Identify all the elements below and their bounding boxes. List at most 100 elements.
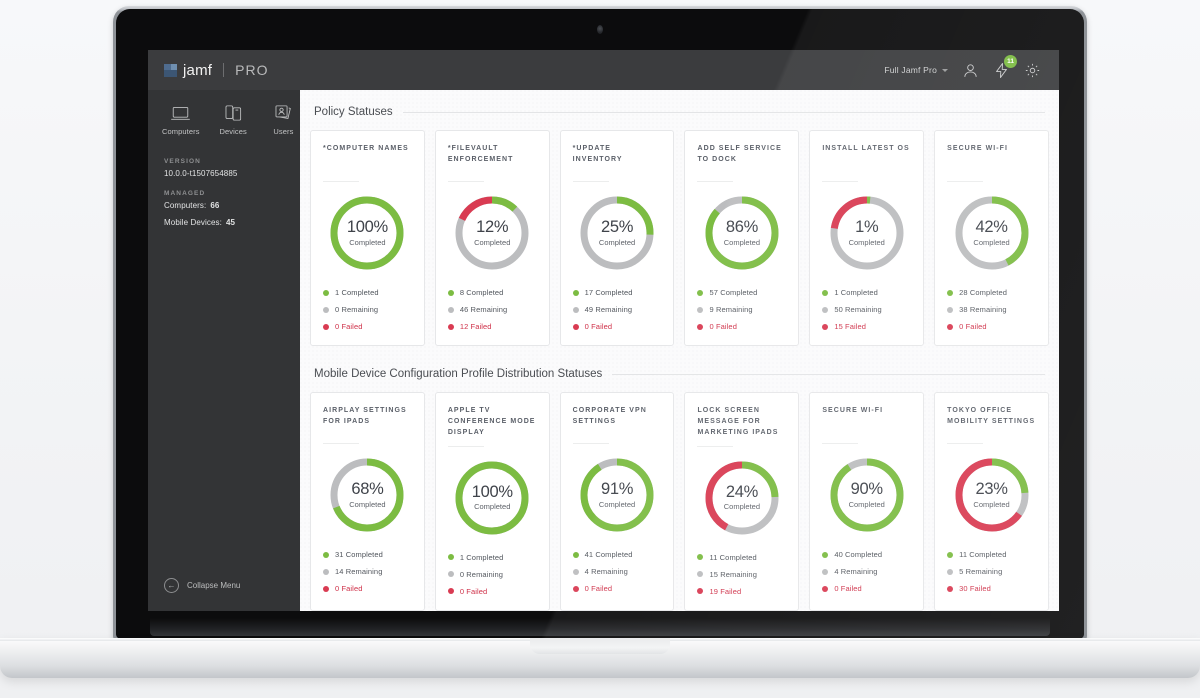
notification-badge: 11 xyxy=(1004,54,1017,68)
section-header: Policy Statuses xyxy=(314,106,1045,118)
failed-dot-icon xyxy=(323,585,329,592)
status-card[interactable]: INSTALL LATEST OS 1% Completed 1 Complet… xyxy=(809,130,925,346)
brand-suffix: PRO xyxy=(235,62,269,78)
donut-center-label: 42% Completed xyxy=(953,194,1031,272)
status-card-title: *UPDATE INVENTORY xyxy=(572,145,623,163)
status-card[interactable]: LOCK SCREEN MESSAGE FOR MARKETING IPADS … xyxy=(684,392,800,611)
failed-count: 0 Failed xyxy=(335,322,363,331)
percent-caption: Completed xyxy=(848,237,885,247)
percent-value: 24% xyxy=(725,482,758,501)
failed-dot-icon xyxy=(572,323,579,330)
legend-remaining: 5 Remaining xyxy=(947,567,1036,576)
laptop-scene: jamf PRO Full Jamf Pro 11 Computers Devi… xyxy=(0,0,1200,698)
sidebar-item-label: Computers xyxy=(162,127,200,136)
completed-dot-icon xyxy=(947,289,954,296)
percent-caption: Completed xyxy=(474,237,511,247)
legend-remaining: 46 Remaining xyxy=(447,305,537,314)
failed-count: 30 Failed xyxy=(959,584,991,593)
legend-failed: 0 Failed xyxy=(323,322,412,331)
completed-count: 57 Completed xyxy=(709,288,758,297)
account-selector[interactable]: Full Jamf Pro xyxy=(884,65,948,75)
completed-dot-icon xyxy=(822,289,829,296)
completed-dot-icon xyxy=(572,289,579,296)
chevron-down-icon xyxy=(942,68,948,72)
legend-remaining: 9 Remaining xyxy=(697,305,786,314)
status-card-divider xyxy=(447,445,484,447)
legend-remaining: 0 Remaining xyxy=(323,305,412,314)
status-card-row: AIRPLAY SETTINGS FOR IPADS 68% Completed… xyxy=(310,392,1049,611)
status-card-divider xyxy=(447,181,484,182)
percent-caption: Completed xyxy=(349,499,386,509)
failed-count: 12 Failed xyxy=(459,322,492,331)
notifications-bolt-icon[interactable]: 11 xyxy=(993,54,1017,79)
legend-failed: 0 Failed xyxy=(447,587,537,596)
user-icon[interactable] xyxy=(962,62,979,79)
status-card[interactable]: APPLE TV CONFERENCE MODE DISPLAY 100% Co… xyxy=(434,392,550,611)
remaining-count: 46 Remaining xyxy=(459,305,508,314)
remaining-count: 5 Remaining xyxy=(959,567,1003,576)
status-card[interactable]: SECURE WI-FI 42% Completed 28 Completed xyxy=(934,130,1049,346)
failed-dot-icon xyxy=(447,588,454,595)
sidebar-item-devices[interactable]: Devices xyxy=(217,100,250,136)
remaining-count: 0 Remaining xyxy=(335,305,379,314)
status-card-divider xyxy=(822,443,859,444)
arrow-left-circle-icon: ← xyxy=(164,578,179,593)
percent-caption: Completed xyxy=(598,499,636,509)
remaining-dot-icon xyxy=(323,568,329,575)
status-legend: 8 Completed 46 Remaining 12 Failed xyxy=(447,288,537,331)
donut-center-label: 86% Completed xyxy=(703,194,781,272)
percent-value: 42% xyxy=(975,218,1008,237)
status-card[interactable]: *COMPUTER NAMES 100% Completed 1 Complet… xyxy=(310,130,425,346)
status-card[interactable]: CORPORATE VPN SETTINGS 91% Completed 41 … xyxy=(559,392,675,611)
failed-dot-icon xyxy=(947,323,954,330)
completed-count: 41 Completed xyxy=(584,550,633,559)
donut-center-label: 1% Completed xyxy=(828,194,906,272)
completed-dot-icon xyxy=(947,551,954,558)
remaining-count: 9 Remaining xyxy=(709,305,753,314)
status-card[interactable]: SECURE WI-FI 90% Completed 40 Completed xyxy=(809,392,925,611)
failed-dot-icon xyxy=(947,585,954,592)
status-card-divider xyxy=(697,181,734,182)
donut-chart: 100% Completed xyxy=(323,194,412,272)
status-card[interactable]: *UPDATE INVENTORY 25% Completed 17 Compl… xyxy=(559,130,675,346)
brand-logo[interactable]: jamf PRO xyxy=(148,62,300,79)
completed-count: 1 Completed xyxy=(834,288,878,297)
donut-chart: 90% Completed xyxy=(822,456,911,534)
status-legend: 31 Completed 14 Remaining 0 Failed xyxy=(323,550,412,593)
laptop-hinge xyxy=(150,618,1050,636)
laptop-icon xyxy=(162,100,200,122)
remaining-dot-icon xyxy=(447,571,454,578)
legend-failed: 19 Failed xyxy=(697,587,786,596)
sidebar-item-users[interactable]: Users xyxy=(267,100,300,136)
collapse-menu-button[interactable]: ← Collapse Menu xyxy=(148,578,300,611)
status-legend: 1 Completed 0 Remaining 0 Failed xyxy=(447,553,537,596)
remaining-dot-icon xyxy=(447,306,454,313)
percent-caption: Completed xyxy=(848,499,885,509)
remaining-dot-icon xyxy=(572,306,579,313)
completed-count: 1 Completed xyxy=(335,288,379,297)
failed-count: 0 Failed xyxy=(834,584,862,593)
sidebar-item-computers[interactable]: Computers xyxy=(162,100,200,136)
percent-caption: Completed xyxy=(474,502,511,512)
legend-failed: 30 Failed xyxy=(947,584,1036,593)
donut-center-label: 90% Completed xyxy=(828,456,906,534)
status-card[interactable]: AIRPLAY SETTINGS FOR IPADS 68% Completed… xyxy=(310,392,425,611)
managed-computers: Computers: 66 xyxy=(164,201,300,210)
section-title: Policy Statuses xyxy=(314,106,393,118)
status-card[interactable]: TOKYO OFFICE MOBILITY SETTINGS 23% Compl… xyxy=(934,392,1049,611)
legend-completed: 40 Completed xyxy=(822,550,911,559)
donut-center-label: 100% Completed xyxy=(453,459,531,537)
managed-computers-value: 66 xyxy=(210,201,220,210)
remaining-count: 14 Remaining xyxy=(335,567,383,576)
donut-chart: 86% Completed xyxy=(697,194,786,272)
status-card[interactable]: ADD SELF SERVICE TO DOCK 86% Completed 5… xyxy=(684,130,800,346)
legend-completed: 1 Completed xyxy=(447,553,537,562)
status-card-divider xyxy=(572,443,609,444)
gear-icon[interactable] xyxy=(1024,62,1041,79)
status-card[interactable]: *FILEVAULT ENFORCEMENT 12% Completed 8 C… xyxy=(434,130,550,346)
legend-failed: 0 Failed xyxy=(822,584,911,593)
donut-center-label: 24% Completed xyxy=(703,459,781,537)
status-legend: 41 Completed 4 Remaining 0 Failed xyxy=(572,550,662,593)
completed-count: 11 Completed xyxy=(709,552,757,562)
completed-count: 11 Completed xyxy=(959,550,1007,559)
